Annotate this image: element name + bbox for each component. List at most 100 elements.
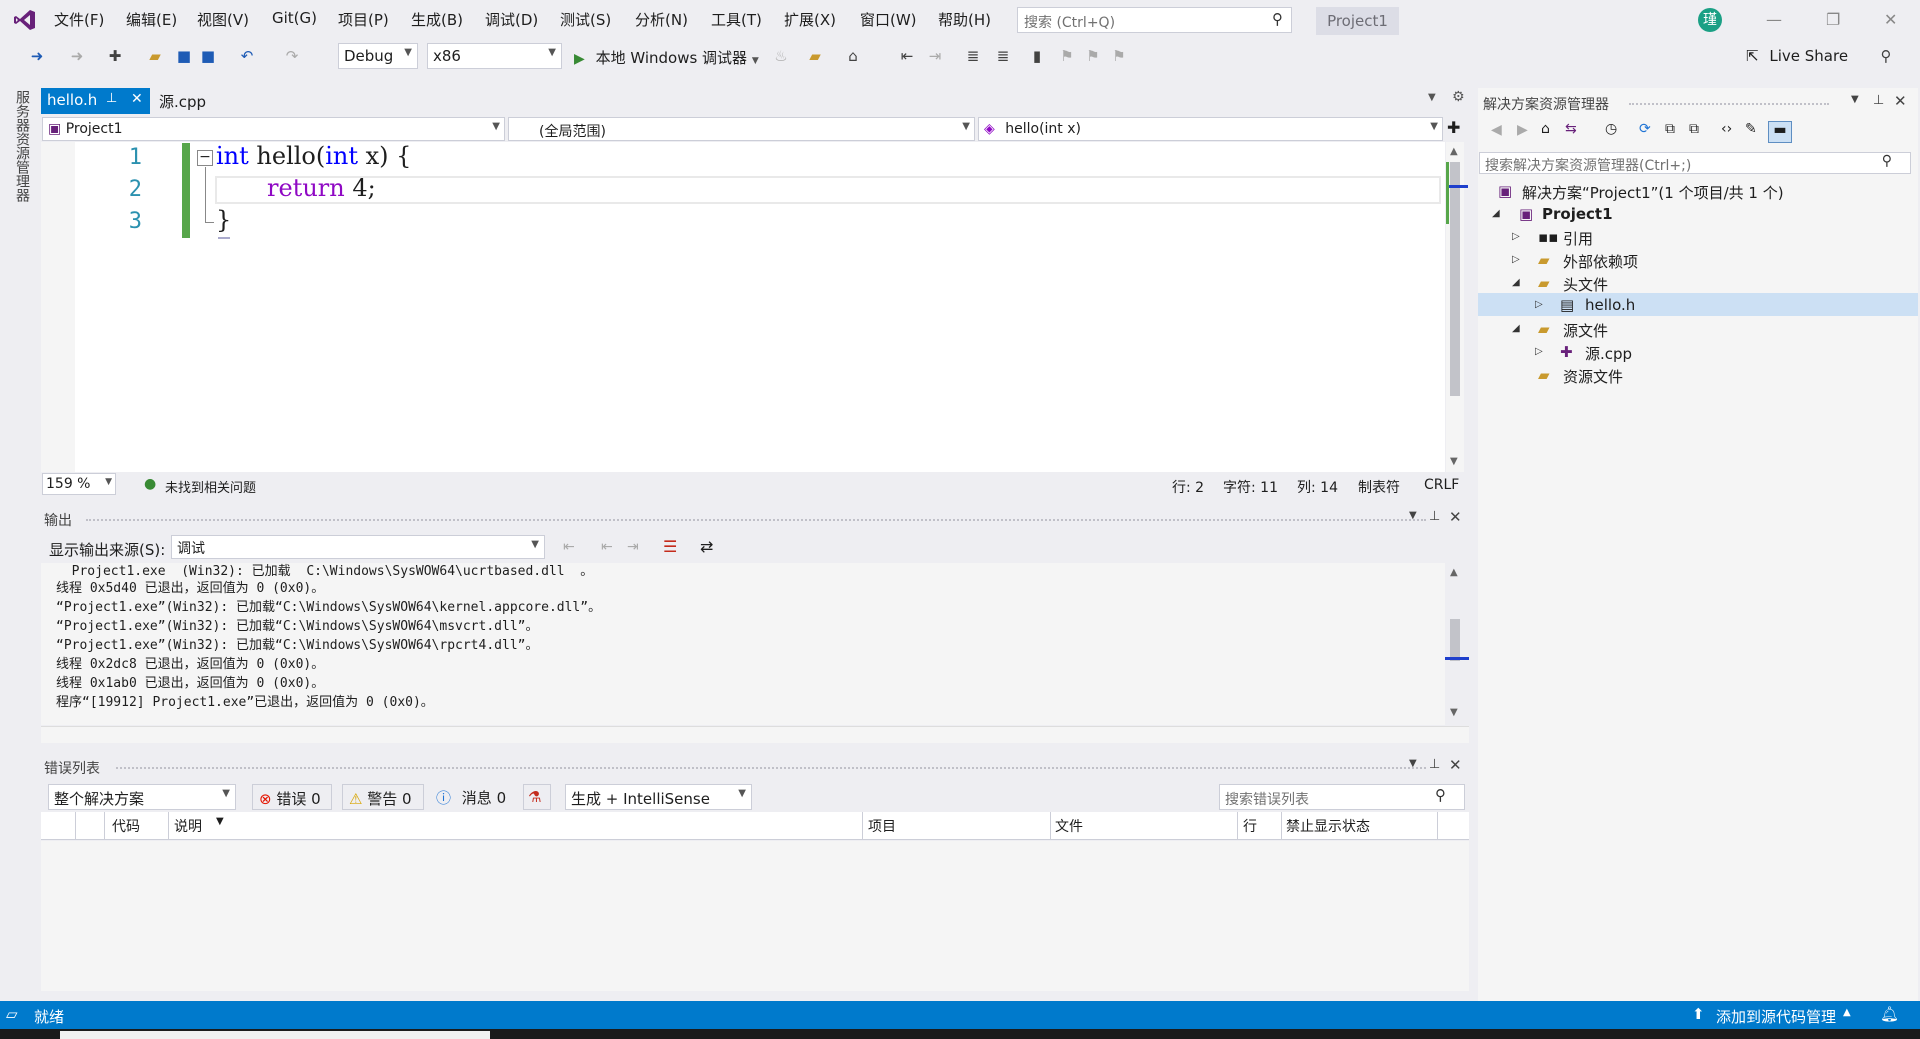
collapse-icon[interactable]: −	[197, 150, 213, 166]
output-scrollbar[interactable]: ▲ ▼	[1446, 563, 1464, 725]
collapsed-icon[interactable]: ▷	[1535, 299, 1543, 310]
collapsed-icon[interactable]: ▷	[1512, 231, 1520, 242]
column-code[interactable]: 代码	[112, 816, 140, 836]
scope-nav-select[interactable]: (全局范围) ▼	[508, 117, 975, 141]
tree-item-source-cpp[interactable]: 源.cpp	[1585, 343, 1632, 364]
warnings-filter-button[interactable]: ⚠ 警告 0	[342, 784, 424, 810]
pin-icon[interactable]: ⊥	[1873, 93, 1884, 108]
feedback-icon[interactable]: ⚲	[1877, 47, 1895, 65]
outdent-icon[interactable]: ≣	[994, 47, 1012, 65]
restore-icon[interactable]: ❐	[1826, 10, 1840, 29]
tree-item-resource-files[interactable]: 资源文件	[1563, 366, 1623, 387]
line-ending[interactable]: CRLF	[1424, 477, 1459, 493]
sync-icon[interactable]: ⟳	[1639, 121, 1651, 137]
tab-overflow-icon[interactable]: ▼	[1428, 92, 1436, 103]
pin-icon[interactable]: ⊥	[1429, 509, 1440, 524]
tab-source-cpp[interactable]: 源.cpp	[157, 88, 208, 115]
expanded-icon[interactable]: ◢	[1512, 277, 1520, 288]
panel-menu-icon[interactable]: ▼	[1409, 510, 1417, 521]
settings-icon[interactable]: ⚙	[1452, 89, 1465, 105]
menu-help[interactable]: 帮助(H)	[938, 9, 991, 30]
column-file[interactable]: 文件	[1055, 816, 1083, 836]
tree-item-hello-h[interactable]: hello.h	[1585, 296, 1635, 314]
view-code-icon[interactable]: ‹›	[1721, 121, 1732, 137]
switch-views-icon[interactable]: ⇆	[1565, 121, 1577, 137]
chevron-up-icon[interactable]: ▲	[1843, 1007, 1851, 1018]
errors-filter-button[interactable]: ⊗ 错误 0	[252, 784, 332, 810]
forward-icon[interactable]: ▶	[1517, 122, 1528, 138]
close-panel-icon[interactable]: ✕	[1894, 92, 1907, 110]
scroll-up-icon[interactable]: ▲	[1450, 567, 1458, 578]
tab-mode[interactable]: 制表符	[1358, 477, 1400, 497]
messages-filter-button[interactable]: ⓘ 消息 0	[436, 787, 506, 808]
menu-build[interactable]: 生成(B)	[411, 9, 463, 30]
notifications-icon[interactable]: 🔔︎	[1880, 1005, 1899, 1023]
tree-item-solution[interactable]: 解决方案“Project1”(1 个项目/共 1 个)	[1522, 182, 1784, 203]
panel-menu-icon[interactable]: ▼	[1851, 94, 1859, 105]
clear-all-icon[interactable]: ☰	[663, 537, 677, 556]
add-to-source-control[interactable]: 添加到源代码管理	[1716, 1006, 1836, 1027]
solution-configurations-icon[interactable]: ⌂	[844, 47, 862, 65]
home-icon[interactable]: ⌂	[1541, 121, 1550, 137]
back-icon[interactable]: ◀	[1491, 122, 1502, 138]
step-over-icon[interactable]: ⇥	[926, 47, 944, 65]
close-tab-icon[interactable]: ✕	[131, 91, 143, 107]
expanded-icon[interactable]: ◢	[1492, 208, 1500, 219]
error-search-input[interactable]: 搜索错误列表 ⚲	[1219, 784, 1465, 810]
collapse-all-icon[interactable]: ⧉	[1665, 121, 1675, 137]
server-explorer-strip[interactable]: 服务器资源管理器	[0, 86, 34, 1001]
next-bookmark-icon[interactable]: ⚑	[1084, 47, 1102, 65]
tab-hello-h[interactable]: hello.h ⊥ ✕	[41, 88, 150, 114]
new-project-icon[interactable]: ✚	[106, 47, 124, 65]
close-panel-icon[interactable]: ✕	[1449, 756, 1462, 774]
tree-item-external-deps[interactable]: 外部依赖项	[1563, 251, 1638, 272]
issues-status[interactable]: 未找到相关问题	[165, 477, 256, 496]
next-message-icon[interactable]: ⇥	[627, 539, 639, 555]
collapsed-icon[interactable]: ▷	[1512, 254, 1520, 265]
build-filter-select[interactable]: 生成 + IntelliSense ▼	[565, 784, 752, 810]
menu-edit[interactable]: 编辑(E)	[126, 9, 177, 30]
column-project[interactable]: 项目	[868, 816, 896, 836]
expanded-icon[interactable]: ◢	[1512, 323, 1520, 334]
error-scope-select[interactable]: 整个解决方案 ▼	[48, 784, 236, 810]
column-line[interactable]: 行	[1243, 816, 1257, 836]
menu-project[interactable]: 项目(P)	[338, 9, 389, 30]
menu-test[interactable]: 测试(S)	[560, 9, 611, 30]
column-suppression[interactable]: 禁止显示状态	[1286, 816, 1370, 836]
forward-icon[interactable]: ➜	[68, 47, 86, 65]
output-scroll-thumb[interactable]	[1450, 619, 1460, 661]
minimize-icon[interactable]: —	[1766, 10, 1782, 29]
close-icon[interactable]: ✕	[1884, 10, 1897, 29]
menu-git[interactable]: Git(G)	[272, 9, 317, 27]
show-all-files-icon[interactable]: ⧉	[1689, 121, 1699, 137]
project-nav-select[interactable]: ▣ Project1 ▼	[42, 117, 505, 141]
open-folder-icon[interactable]: ▰	[146, 47, 164, 65]
hot-reload-icon[interactable]: ♨	[772, 47, 790, 65]
output-source-select[interactable]: 调试 ▼	[171, 535, 545, 559]
save-all-icon[interactable]: ■	[199, 47, 217, 65]
menu-tools[interactable]: 工具(T)	[711, 9, 762, 30]
preview-icon[interactable]: ▬	[1768, 121, 1792, 143]
filter-icon[interactable]: ⚗	[523, 784, 551, 810]
close-panel-icon[interactable]: ✕	[1449, 508, 1462, 526]
pin-icon[interactable]: ⊥	[1429, 757, 1440, 772]
vs-logo-icon[interactable]	[13, 8, 37, 32]
save-icon[interactable]: ■	[175, 47, 193, 65]
menu-view[interactable]: 视图(V)	[197, 9, 249, 30]
search-input[interactable]: 搜索 (Ctrl+Q) ⚲	[1017, 7, 1292, 33]
tree-item-source-files[interactable]: 源文件	[1563, 320, 1608, 341]
undo-icon[interactable]: ↶	[238, 47, 256, 65]
column-description[interactable]: 说明	[174, 816, 202, 836]
scroll-down-icon[interactable]: ▼	[1450, 456, 1458, 467]
panel-menu-icon[interactable]: ▼	[1409, 758, 1417, 769]
platform-select[interactable]: x86 ▼	[427, 43, 562, 69]
editor-scroll-thumb[interactable]	[1450, 162, 1460, 396]
menu-extensions[interactable]: 扩展(X)	[784, 9, 836, 30]
collapsed-icon[interactable]: ▷	[1535, 346, 1543, 357]
solution-search-input[interactable]: 搜索解决方案资源管理器(Ctrl+;) ⚲	[1479, 152, 1911, 174]
back-icon[interactable]: ➜	[28, 47, 46, 65]
clear-bookmarks-icon[interactable]: ⚑	[1110, 47, 1128, 65]
scroll-down-icon[interactable]: ▼	[1450, 707, 1458, 718]
output-hscroll[interactable]	[41, 726, 1469, 743]
tree-item-project[interactable]: Project1	[1542, 205, 1613, 223]
